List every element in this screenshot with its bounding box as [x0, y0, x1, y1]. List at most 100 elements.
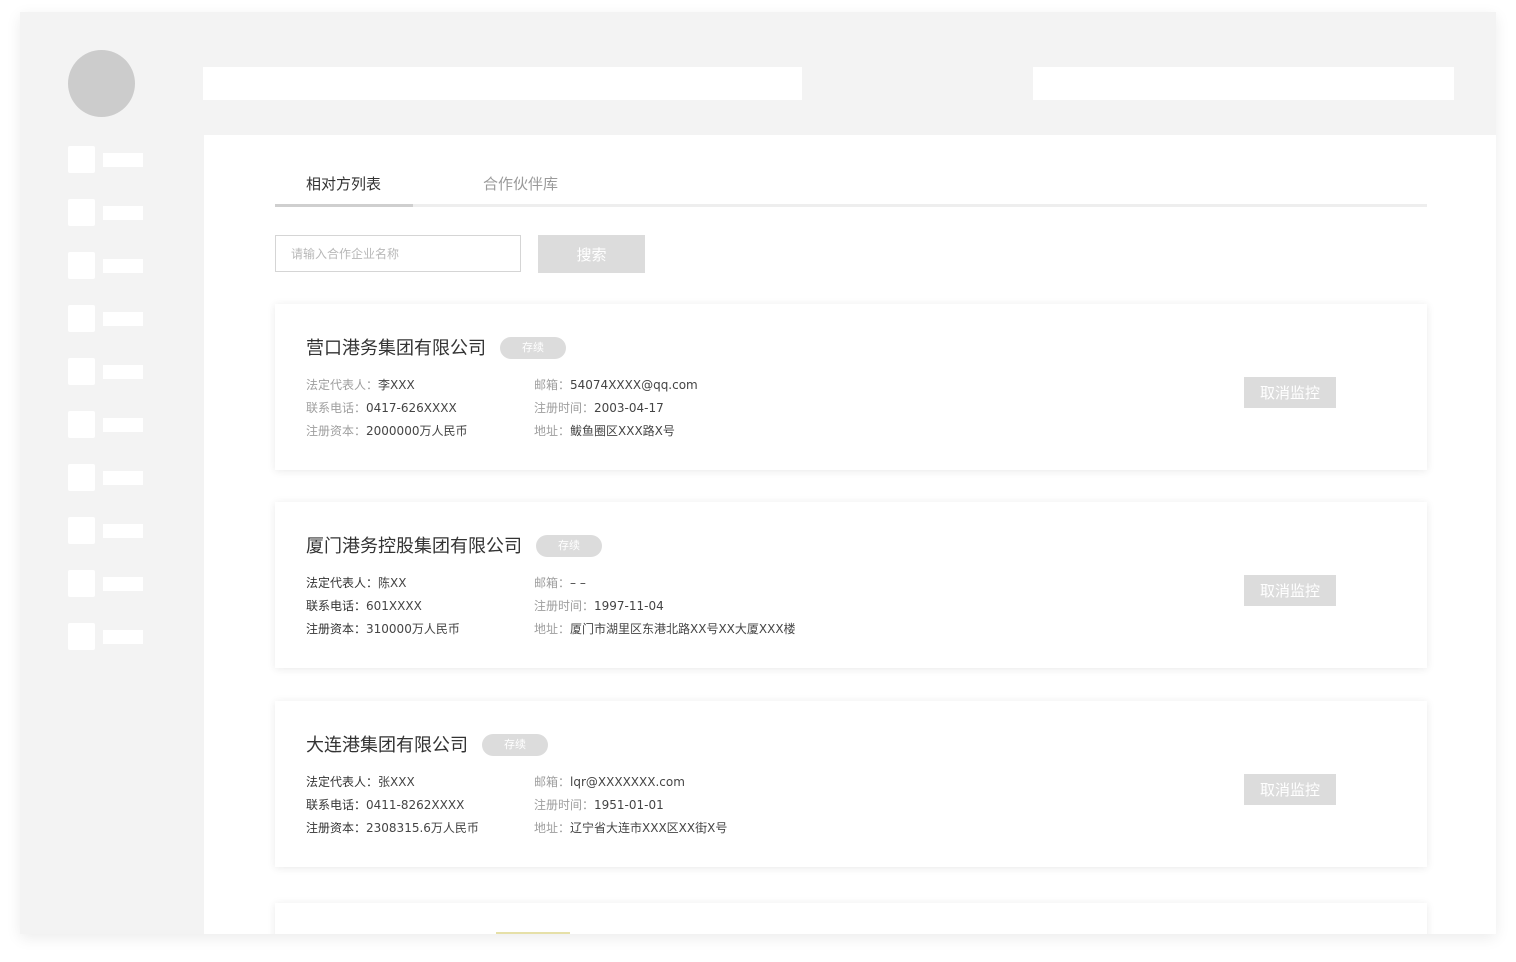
- header-placeholder-left: [203, 67, 802, 100]
- company-name[interactable]: 营口港务集团有限公司: [306, 338, 486, 359]
- address-value: 辽宁省大连市XXX区XX街X号: [570, 821, 728, 835]
- field-label: 注册资本：: [306, 424, 367, 438]
- sidebar-item-label-placeholder: [103, 206, 143, 220]
- field-label: 法定代表人：: [306, 378, 379, 392]
- company-info-right: 邮箱：lqr@XXXXXXX.com 注册时间：1951-01-01 地址：辽宁…: [534, 771, 727, 840]
- reg-date-row: 注册时间：2003-04-17: [534, 397, 698, 420]
- email-value: lqr@XXXXXXX.com: [570, 775, 685, 789]
- legal-rep-value: 李XXX: [378, 378, 415, 392]
- field-label: 邮箱：: [534, 775, 571, 789]
- email-row: 邮箱：– –: [534, 572, 796, 595]
- capital-value: 2000000万人民币: [366, 424, 468, 438]
- capital-row: 注册资本：2308315.6万人民币: [306, 817, 479, 840]
- sidebar-item-6[interactable]: [68, 411, 144, 438]
- field-label: 注册时间：: [534, 599, 595, 613]
- tab-bar: 相对方列表 合作伙伴库: [275, 173, 1427, 207]
- field-label: 联系电话：: [306, 401, 367, 415]
- company-info-left: 法定代表人：张XXX 联系电话：0411-8262XXXX 注册资本：23083…: [306, 771, 479, 840]
- sidebar-item-5[interactable]: [68, 358, 144, 385]
- status-badge: 存续: [536, 535, 602, 557]
- field-label: 邮箱：: [534, 576, 571, 590]
- sidebar-item-icon: [68, 199, 95, 226]
- tab-label: 合作伙伴库: [483, 175, 559, 193]
- legal-rep-value: 张XXX: [378, 775, 415, 789]
- sidebar-item-icon: [68, 358, 95, 385]
- company-info-left: 法定代表人：陈XX 联系电话：601XXXX 注册资本：310000万人民币: [306, 572, 460, 641]
- company-card: 大连港集团有限公司 存续 法定代表人：张XXX 联系电话：0411-8262XXX…: [275, 701, 1427, 867]
- field-label: 地址：: [534, 622, 571, 636]
- phone-row: 联系电话：0411-8262XXXX: [306, 794, 479, 817]
- tab-partner-library[interactable]: 合作伙伴库: [483, 173, 558, 204]
- company-info-left: 法定代表人：李XXX 联系电话：0417-626XXXX 注册资本：200000…: [306, 374, 467, 443]
- main-panel: 相对方列表 合作伙伴库 搜索 营口港务集团有限公司存续 法定代表人：李XXX 联…: [204, 135, 1496, 934]
- reg-date-value: 2003-04-17: [594, 401, 664, 415]
- email-row: 邮箱：54074XXXX@qq.com: [534, 374, 698, 397]
- company-card: 营口港务集团有限公司 存续 法定代表人：李XXX 联系电话：0417-626XXX…: [275, 304, 1427, 470]
- sidebar-item-10[interactable]: [68, 623, 144, 650]
- field-label: 注册资本：: [306, 622, 367, 636]
- sidebar-item-icon: [68, 146, 95, 173]
- field-label: 法定代表人：: [306, 576, 379, 590]
- company-info-right: 邮箱：– – 注册时间：1997-11-04 地址：厦门市湖里区东港北路XX号X…: [534, 572, 796, 641]
- sidebar-item-4[interactable]: [68, 305, 144, 332]
- legal-rep-row: 法定代表人：李XXX: [306, 374, 467, 397]
- phone-value: 0417-626XXXX: [366, 401, 457, 415]
- address-row: 地址：鲅鱼圈区XXX路X号: [534, 420, 698, 443]
- cancel-monitor-button[interactable]: 取消监控: [1244, 774, 1336, 805]
- sidebar-item-9[interactable]: [68, 570, 144, 597]
- reg-date-row: 注册时间：1951-01-01: [534, 794, 727, 817]
- sidebar-item-label-placeholder: [103, 418, 143, 432]
- field-label: 联系电话：: [306, 599, 367, 613]
- address-row: 地址：辽宁省大连市XXX区XX街X号: [534, 817, 727, 840]
- sidebar-item-label-placeholder: [103, 365, 143, 379]
- sidebar-item-label-placeholder: [103, 259, 143, 273]
- capital-row: 注册资本：2000000万人民币: [306, 420, 467, 443]
- sidebar-item-icon: [68, 411, 95, 438]
- field-label: 联系电话：: [306, 798, 367, 812]
- phone-row: 联系电话：601XXXX: [306, 595, 460, 618]
- sidebar-item-label-placeholder: [103, 630, 143, 644]
- sidebar-item-icon: [68, 305, 95, 332]
- company-info-right: 邮箱：54074XXXX@qq.com 注册时间：2003-04-17 地址：鲅…: [534, 374, 698, 443]
- address-value: 厦门市湖里区东港北路XX号XX大厦XXX楼: [570, 622, 796, 636]
- legal-rep-row: 法定代表人：张XXX: [306, 771, 479, 794]
- reg-date-value: 1997-11-04: [594, 599, 664, 613]
- field-label: 地址：: [534, 424, 571, 438]
- address-value: 鲅鱼圈区XXX路X号: [570, 424, 675, 438]
- avatar[interactable]: [68, 50, 135, 117]
- company-name[interactable]: 大连港集团有限公司: [306, 735, 468, 756]
- phone-value: 601XXXX: [366, 599, 422, 613]
- capital-value: 2308315.6万人民币: [366, 821, 479, 835]
- status-badge-partial: [496, 932, 570, 934]
- legal-rep-value: 陈XX: [378, 576, 407, 590]
- sidebar-item-label-placeholder: [103, 312, 143, 326]
- cancel-monitor-button[interactable]: 取消监控: [1244, 575, 1336, 606]
- app-window: 相对方列表 合作伙伴库 搜索 营口港务集团有限公司存续 法定代表人：李XXX 联…: [20, 12, 1496, 934]
- sidebar-item-label-placeholder: [103, 577, 143, 591]
- sidebar-item-8[interactable]: [68, 517, 144, 544]
- company-name[interactable]: 厦门港务控股集团有限公司: [306, 536, 522, 557]
- phone-value: 0411-8262XXXX: [366, 798, 465, 812]
- field-label: 邮箱：: [534, 378, 571, 392]
- sidebar-item-1[interactable]: [68, 146, 144, 173]
- company-name-row: 营口港务集团有限公司 存续: [306, 334, 566, 360]
- field-label: 注册时间：: [534, 401, 595, 415]
- sidebar-item-2[interactable]: [68, 199, 144, 226]
- field-label: 注册时间：: [534, 798, 595, 812]
- sidebar-item-label-placeholder: [103, 471, 143, 485]
- email-value: 54074XXXX@qq.com: [570, 378, 698, 392]
- status-badge: 存续: [500, 337, 566, 359]
- email-value: – –: [570, 576, 586, 590]
- status-badge: 存续: [482, 734, 548, 756]
- company-card-partial: [275, 903, 1427, 934]
- capital-row: 注册资本：310000万人民币: [306, 618, 460, 641]
- address-row: 地址：厦门市湖里区东港北路XX号XX大厦XXX楼: [534, 618, 796, 641]
- sidebar-item-7[interactable]: [68, 464, 144, 491]
- legal-rep-row: 法定代表人：陈XX: [306, 572, 460, 595]
- tab-counterparty-list[interactable]: 相对方列表: [275, 173, 413, 207]
- search-input[interactable]: [275, 235, 521, 272]
- header-placeholder-right: [1033, 67, 1454, 100]
- sidebar-item-3[interactable]: [68, 252, 144, 279]
- cancel-monitor-button[interactable]: 取消监控: [1244, 377, 1336, 408]
- search-button[interactable]: 搜索: [538, 235, 645, 273]
